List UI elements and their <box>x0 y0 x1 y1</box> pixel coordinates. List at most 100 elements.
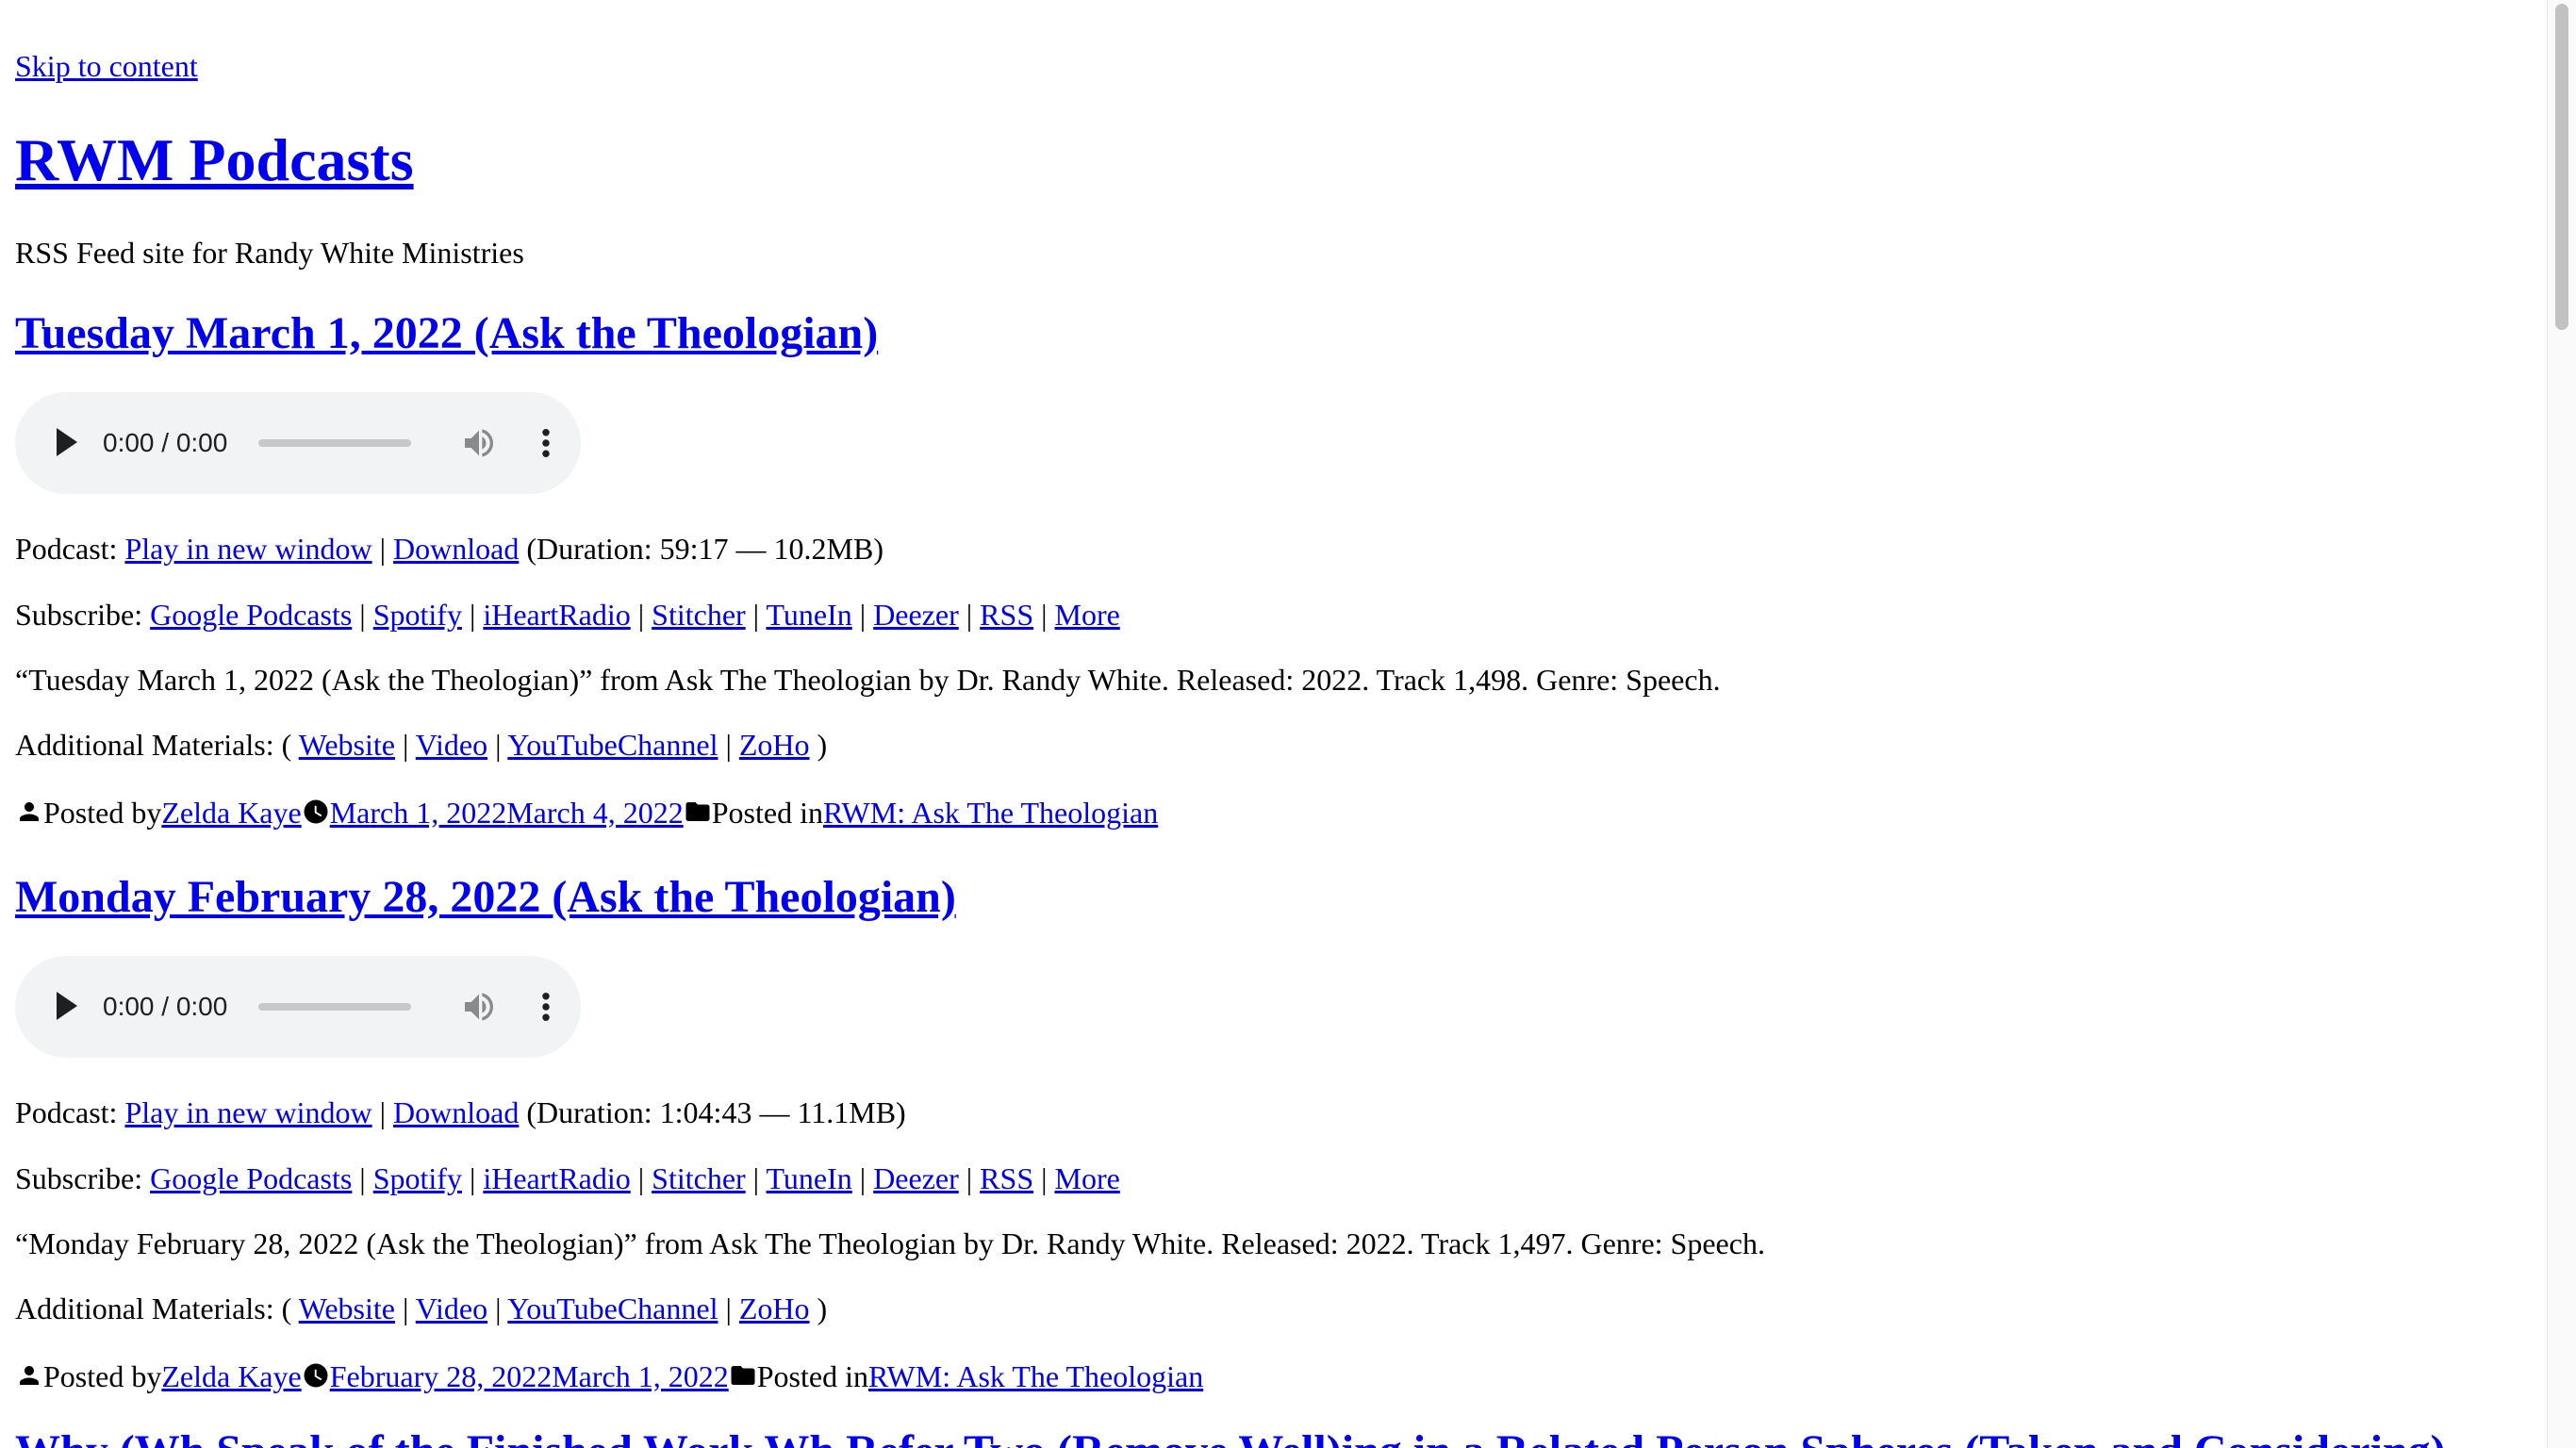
separator: | <box>372 1095 394 1129</box>
duration-text: (Duration: 1:04:43 — 11.1MB) <box>519 1095 906 1129</box>
separator: | <box>487 728 508 762</box>
separator: | <box>958 1161 981 1195</box>
date-published: March 1, 2022 <box>329 796 507 830</box>
separator: | <box>352 1161 373 1195</box>
subscribe-google-podcasts[interactable]: Google Podcasts <box>150 598 352 632</box>
volume-icon[interactable] <box>460 988 498 1026</box>
play-new-window-link[interactable]: Play in new window <box>124 1095 372 1129</box>
more-vert-icon[interactable] <box>532 988 560 1026</box>
play-icon[interactable] <box>57 428 77 456</box>
zoho-link[interactable]: ZoHo <box>739 728 810 762</box>
site-title: RWM Podcasts <box>15 124 414 196</box>
subscribe-stitcher[interactable]: Stitcher <box>652 598 746 632</box>
post-date-link[interactable]: February 28, 2022March 1, 2022 <box>330 1359 729 1393</box>
date-published: February 28, 2022 <box>329 1359 553 1393</box>
date-updated: March 4, 2022 <box>506 796 684 830</box>
zoho-link[interactable]: ZoHo <box>739 1292 810 1325</box>
post-date-link[interactable]: March 1, 2022March 4, 2022 <box>330 796 684 830</box>
separator: | <box>718 728 739 762</box>
youtube-channel-link[interactable]: YouTubeChannel <box>507 1292 718 1325</box>
separator: | <box>394 728 416 762</box>
duration-text: (Duration: 59:17 — 10.2MB) <box>519 532 883 566</box>
audio-time: 0:00 / 0:00 <box>103 428 228 457</box>
subscribe-rss[interactable]: RSS <box>980 1161 1033 1195</box>
separator: | <box>461 1161 484 1195</box>
post-title: Tuesday March 1, 2022 (Ask the Theologia… <box>15 305 878 362</box>
separator: | <box>630 1161 652 1195</box>
youtube-channel-link[interactable]: YouTubeChannel <box>507 728 718 762</box>
separator: | <box>1033 1161 1055 1195</box>
separator: | <box>745 598 767 632</box>
subscribe-iheartradio[interactable]: iHeartRadio <box>483 1161 630 1195</box>
person-icon <box>20 1366 39 1385</box>
clock-icon <box>304 1363 328 1388</box>
skip-to-content-link[interactable]: Skip to content <box>15 47 198 85</box>
video-link[interactable]: Video <box>416 728 487 762</box>
subscribe-tunein[interactable]: TuneIn <box>767 1161 852 1195</box>
podcast-links: Podcast: Play in new window | Download (… <box>15 1094 906 1131</box>
subscribe-stitcher[interactable]: Stitcher <box>652 1161 746 1195</box>
podcast-label: Podcast: <box>15 1095 125 1129</box>
additional-label: Additional Materials: ( <box>15 1292 299 1325</box>
separator: | <box>1033 598 1055 632</box>
date-updated: March 1, 2022 <box>552 1359 729 1393</box>
posted-by-label: Posted by <box>43 796 162 830</box>
audio-player[interactable]: 0:00 / 0:00 <box>15 956 581 1058</box>
post-title-link[interactable]: Tuesday March 1, 2022 (Ask the Theologia… <box>15 308 878 358</box>
separator: | <box>851 1161 874 1195</box>
more-vert-icon[interactable] <box>532 424 560 462</box>
website-link[interactable]: Website <box>299 728 395 762</box>
author-link[interactable]: Zelda Kaye <box>161 1359 301 1393</box>
subscribe-rss[interactable]: RSS <box>980 598 1033 632</box>
subscribe-iheartradio[interactable]: iHeartRadio <box>483 598 630 632</box>
subscribe-label: Subscribe: <box>15 1161 151 1195</box>
separator: | <box>630 598 652 632</box>
subscribe-spotify[interactable]: Spotify <box>373 598 462 632</box>
category-link[interactable]: RWM: Ask The Theologian <box>868 1359 1203 1393</box>
podcast-links: Podcast: Play in new window | Download (… <box>15 530 883 568</box>
separator: | <box>394 1292 416 1325</box>
author-link[interactable]: Zelda Kaye <box>161 796 301 830</box>
seek-bar[interactable] <box>258 1003 411 1011</box>
podcast-label: Podcast: <box>15 532 125 566</box>
website-link[interactable]: Website <box>299 1292 395 1325</box>
subscribe-label: Subscribe: <box>15 598 151 632</box>
person-icon <box>20 802 39 821</box>
subscribe-tunein[interactable]: TuneIn <box>767 598 852 632</box>
separator: | <box>352 598 373 632</box>
folder-icon <box>685 802 710 821</box>
site-title-link[interactable]: RWM Podcasts <box>15 126 414 193</box>
separator: | <box>372 532 394 566</box>
subscribe-spotify[interactable]: Spotify <box>373 1161 462 1195</box>
next-post-title-partial[interactable]: Why (Wh Speak of the Finished Work Wh Re… <box>15 1423 2446 1448</box>
play-new-window-link[interactable]: Play in new window <box>124 532 372 566</box>
seek-bar[interactable] <box>258 439 411 447</box>
download-link[interactable]: Download <box>393 532 519 566</box>
posted-in-label: Posted in <box>756 1359 868 1393</box>
posted-in-label: Posted in <box>711 796 823 830</box>
scrollbar-thumb[interactable] <box>2555 4 2568 330</box>
subscribe-deezer[interactable]: Deezer <box>873 598 959 632</box>
posted-by-label: Posted by <box>43 1359 162 1393</box>
subscribe-more[interactable]: More <box>1055 598 1120 632</box>
download-link[interactable]: Download <box>393 1095 519 1129</box>
post-meta: Posted byZelda Kaye March 1, 2022March 4,… <box>15 794 1158 831</box>
additional-close: ) <box>809 1292 828 1325</box>
vertical-scrollbar[interactable] <box>2547 0 2576 1448</box>
audio-time: 0:00 / 0:00 <box>103 992 228 1021</box>
clock-icon <box>304 799 328 824</box>
subscribe-google-podcasts[interactable]: Google Podcasts <box>150 1161 352 1195</box>
post-title: Monday February 28, 2022 (Ask the Theolo… <box>15 869 956 926</box>
volume-icon[interactable] <box>460 424 498 462</box>
page: Skip to content RWM Podcasts RSS Feed si… <box>0 0 2546 1448</box>
audio-player[interactable]: 0:00 / 0:00 <box>15 392 581 494</box>
separator: | <box>851 598 874 632</box>
video-link[interactable]: Video <box>416 1292 487 1325</box>
additional-materials: Additional Materials: ( Website | Video … <box>15 1290 827 1327</box>
play-icon[interactable] <box>57 992 77 1020</box>
subscribe-deezer[interactable]: Deezer <box>873 1161 959 1195</box>
post-title-link[interactable]: Monday February 28, 2022 (Ask the Theolo… <box>15 872 956 922</box>
folder-icon <box>731 1366 755 1385</box>
subscribe-more[interactable]: More <box>1055 1161 1120 1195</box>
category-link[interactable]: RWM: Ask The Theologian <box>823 796 1158 830</box>
